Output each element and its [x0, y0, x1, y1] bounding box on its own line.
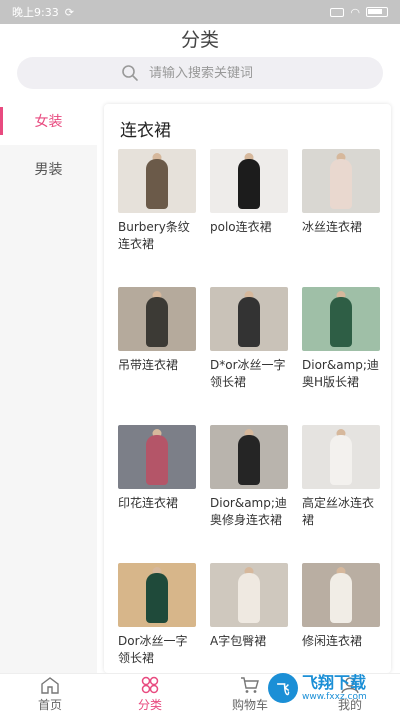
product-label: Burbery条纹连衣裙 — [118, 220, 190, 251]
product-item[interactable]: 高定丝冰连衣裙 — [302, 425, 380, 553]
status-time: 晚上9:33 — [12, 6, 59, 19]
search-bar[interactable] — [17, 57, 383, 89]
product-label: 修闲连衣裙 — [302, 634, 363, 648]
search-icon — [122, 65, 138, 81]
product-label: Dior&amp;迪奥H版长裙 — [302, 358, 379, 389]
product-item[interactable]: Dior&amp;迪奥H版长裙 — [302, 287, 380, 415]
product-label: A字包臀裙 — [210, 634, 267, 648]
product-image — [210, 425, 288, 489]
product-image — [210, 563, 288, 627]
product-item[interactable]: 冰丝连衣裙 — [302, 149, 380, 277]
product-item[interactable]: 印花连衣裙 — [118, 425, 196, 553]
product-image — [302, 287, 380, 351]
product-item[interactable]: D*or冰丝一字领长裙 — [210, 287, 288, 415]
product-item[interactable]: polo连衣裙 — [210, 149, 288, 277]
product-item[interactable]: Burbery条纹连衣裙 — [118, 149, 196, 277]
content-panel: 连衣裙 Burbery条纹连衣裙 polo连衣裙 冰丝连衣裙 吊带连衣裙 D*o… — [104, 104, 391, 673]
product-item[interactable]: 吊带连衣裙 — [118, 287, 196, 415]
product-image — [118, 563, 196, 627]
section-title: 连衣裙 — [120, 121, 171, 141]
category-icon — [141, 676, 159, 693]
tab-category[interactable]: 分类 — [100, 674, 200, 714]
sidebar-item-label: 男装 — [34, 162, 63, 178]
watermark-url: www.fxxz.com — [302, 691, 367, 702]
product-label: 印花连衣裙 — [118, 496, 179, 510]
page-title: 分类 — [180, 28, 219, 51]
product-label: Dor冰丝一字领长裙 — [118, 634, 188, 665]
category-sidebar: 女装 男装 — [0, 97, 97, 673]
product-image — [118, 287, 196, 351]
sidebar-item-mens[interactable]: 男装 — [0, 145, 97, 193]
home-icon — [41, 676, 59, 694]
sidebar-item-label: 女装 — [34, 114, 63, 130]
tab-home[interactable]: 首页 — [0, 674, 100, 714]
product-item[interactable]: Dior&amp;迪奥修身连衣裙 — [210, 425, 288, 553]
product-label: 吊带连衣裙 — [118, 358, 179, 372]
battery-icon — [366, 7, 388, 17]
tab-label: 购物车 — [231, 697, 268, 712]
notification-icon — [330, 7, 345, 17]
watermark-text: 飞翔下载 — [302, 672, 367, 692]
product-image — [302, 563, 380, 627]
product-label: polo连衣裙 — [210, 220, 272, 234]
product-image — [302, 425, 380, 489]
sidebar-item-womens[interactable]: 女装 — [0, 97, 97, 145]
product-label: 冰丝连衣裙 — [302, 220, 363, 234]
product-image — [118, 149, 196, 213]
product-item[interactable]: Dor冰丝一字领长裙 — [118, 563, 196, 691]
tab-label: 首页 — [37, 697, 62, 712]
product-grid: Burbery条纹连衣裙 polo连衣裙 冰丝连衣裙 吊带连衣裙 D*or冰丝一… — [118, 149, 393, 691]
search-input[interactable] — [149, 65, 279, 81]
watermark: 飞 飞翔下载 www.fxxz.com — [268, 668, 396, 708]
tab-label: 分类 — [137, 697, 162, 712]
status-bar: 晚上9:33 ⟳ ◠ — [0, 0, 400, 24]
product-label: Dior&amp;迪奥修身连衣裙 — [210, 496, 287, 527]
header: 分类 — [0, 24, 400, 52]
product-image — [302, 149, 380, 213]
product-image — [210, 287, 288, 351]
cart-icon — [241, 676, 259, 693]
sync-icon: ⟳ — [64, 5, 74, 19]
product-label: 高定丝冰连衣裙 — [302, 496, 375, 527]
product-label: D*or冰丝一字领长裙 — [210, 358, 286, 389]
wifi-icon: ◠ — [350, 5, 360, 19]
product-image — [118, 425, 196, 489]
watermark-logo-icon: 飞 — [268, 673, 298, 703]
product-image — [210, 149, 288, 213]
